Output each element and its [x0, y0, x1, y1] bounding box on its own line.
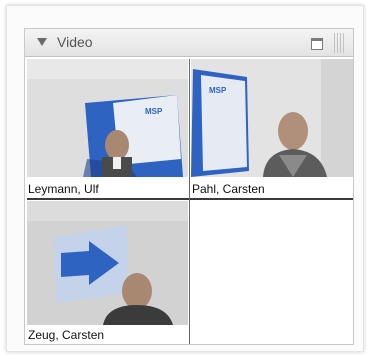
panel-header: Video	[25, 29, 353, 57]
video-tile-empty	[191, 201, 353, 343]
participant-name: Pahl, Carsten	[192, 182, 265, 196]
video-feed	[27, 201, 188, 325]
video-feed: MSP	[27, 59, 188, 177]
maximize-icon[interactable]	[311, 38, 323, 50]
participant-name: Leymann, Ulf	[28, 182, 99, 196]
video-panel: Video MSP Leymann, Ulf MSP Pahl, Carsten…	[24, 28, 354, 345]
collapse-triangle-icon[interactable]	[37, 38, 47, 46]
sign-text: MSP	[209, 86, 227, 95]
video-grid: MSP Leymann, Ulf MSP Pahl, Carsten Zeug,…	[27, 59, 353, 344]
video-feed: MSP	[191, 59, 353, 177]
panel-title: Video	[57, 34, 93, 50]
sign-text: MSP	[145, 107, 163, 116]
video-tile-zeug[interactable]: Zeug, Carsten	[27, 201, 188, 343]
video-tile-pahl[interactable]: MSP Pahl, Carsten	[191, 59, 353, 197]
drag-grip-icon[interactable]	[334, 33, 346, 53]
tile-divider	[27, 198, 353, 200]
participant-name: Zeug, Carsten	[28, 328, 105, 342]
tile-divider	[189, 59, 190, 344]
video-tile-leymann[interactable]: MSP Leymann, Ulf	[27, 59, 188, 197]
